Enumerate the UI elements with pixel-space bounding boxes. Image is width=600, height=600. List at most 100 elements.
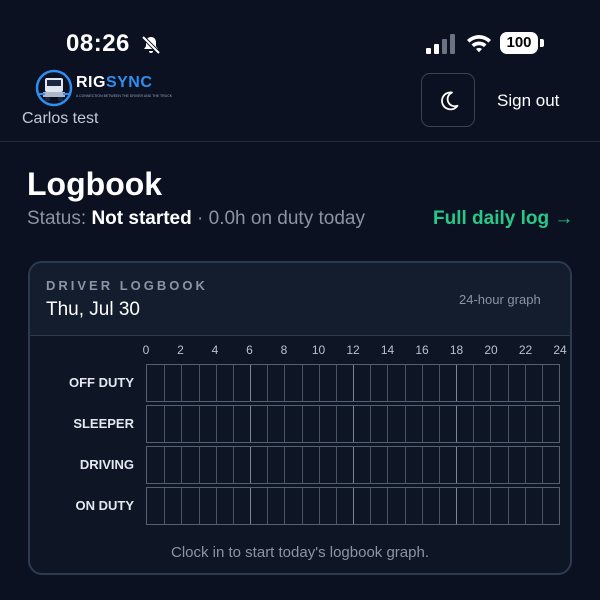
hour-gridline: [335, 488, 337, 524]
duty-row-track: [146, 446, 560, 484]
hour-gridline: [181, 365, 183, 401]
logbook-date: Thu, Jul 30: [46, 299, 140, 320]
hour-gridline: [490, 365, 492, 401]
hour-gridline: [181, 406, 183, 442]
hour-tick: 24: [553, 343, 567, 357]
bell-slash-icon: [141, 35, 161, 55]
hour-tick: 2: [177, 343, 184, 357]
duty-row-track: [146, 405, 560, 443]
hour-gridline: [456, 365, 457, 401]
status-time: 08:26: [66, 30, 130, 57]
hour-gridline: [181, 447, 183, 483]
hour-gridline: [198, 488, 200, 524]
status-line: Status: Not started · 0.0h on duty today: [27, 208, 365, 230]
battery-level: 100: [500, 32, 538, 54]
hour-gridline: [164, 406, 166, 442]
hour-gridline: [198, 365, 200, 401]
hour-tick: 20: [484, 343, 498, 357]
hour-gridline: [404, 447, 406, 483]
status-suffix: · 0.0h on duty today: [197, 208, 365, 229]
hour-gridline: [215, 406, 217, 442]
hour-tick: 8: [280, 343, 288, 357]
hour-gridline: [387, 488, 389, 524]
hour-gridline: [267, 406, 269, 442]
graph-note: 24-hour graph: [459, 292, 541, 307]
hour-gridline: [267, 488, 269, 524]
hour-gridline: [404, 365, 406, 401]
user-name: Carlos test: [22, 110, 99, 127]
duty-row-label: ON DUTY: [75, 498, 135, 513]
hour-gridline: [232, 447, 234, 483]
hour-tick: 10: [311, 343, 326, 357]
hour-gridline: [387, 365, 389, 401]
hour-gridline: [490, 406, 492, 442]
hour-gridline: [473, 447, 475, 483]
hour-gridline: [250, 406, 251, 442]
hour-gridline: [215, 488, 217, 524]
hour-gridline: [318, 406, 320, 442]
hour-gridline: [490, 447, 492, 483]
hour-gridline: [232, 406, 234, 442]
page-title: Logbook: [27, 166, 163, 202]
hour-gridline: [232, 365, 234, 401]
hour-tick: 14: [380, 343, 395, 357]
hour-gridline: [353, 488, 354, 524]
wifi-icon: [467, 35, 491, 53]
hour-gridline: [387, 447, 389, 483]
hour-gridline: [507, 488, 509, 524]
battery-icon: 100: [500, 32, 544, 54]
hour-gridline: [507, 365, 509, 401]
hour-gridline: [215, 447, 217, 483]
hour-gridline: [421, 406, 423, 442]
hour-gridline: [541, 488, 543, 524]
hour-gridline: [438, 406, 440, 442]
duty-row-track: [146, 364, 560, 402]
hour-gridline: [284, 488, 286, 524]
hour-tick: 22: [518, 343, 533, 357]
hour-gridline: [267, 365, 269, 401]
hour-gridline: [456, 488, 457, 524]
hour-tick: 16: [415, 343, 429, 357]
hour-tick: 12: [346, 343, 360, 357]
hour-gridline: [421, 365, 423, 401]
hour-gridline: [473, 488, 475, 524]
hour-tick: 0: [142, 343, 150, 357]
header-divider: [0, 141, 600, 142]
hour-gridline: [335, 447, 337, 483]
hour-gridline: [387, 406, 389, 442]
hour-gridline: [404, 406, 406, 442]
hour-gridline: [456, 447, 457, 483]
hour-gridline: [318, 447, 320, 483]
hour-gridline: [541, 365, 543, 401]
hour-gridline: [473, 406, 475, 442]
hour-gridline: [421, 488, 423, 524]
hour-gridline: [524, 488, 526, 524]
status-prefix: Status:: [27, 208, 87, 229]
full-daily-log-link[interactable]: Full daily log →: [433, 208, 573, 230]
duty-row-track: [146, 487, 560, 525]
hour-gridline: [438, 365, 440, 401]
duty-row-label: DRIVING: [79, 457, 134, 472]
hour-gridline: [164, 488, 166, 524]
hour-gridline: [164, 447, 166, 483]
moon-icon: [441, 91, 459, 111]
logbook-section-label: DRIVER LOGBOOK: [46, 278, 208, 293]
hour-tick: 4: [211, 343, 219, 357]
duty-row-label: SLEEPER: [73, 416, 134, 431]
hour-gridline: [490, 488, 492, 524]
hour-gridline: [284, 365, 286, 401]
sign-out-button[interactable]: Sign out: [497, 91, 559, 111]
hour-gridline: [181, 488, 183, 524]
hour-gridline: [370, 488, 372, 524]
hour-gridline: [215, 365, 217, 401]
theme-toggle-button[interactable]: [421, 73, 475, 127]
hour-gridline: [541, 406, 543, 442]
hour-gridline: [232, 488, 234, 524]
rigsync-logo: RIGSYNC A CONNECTION BETWEEN THE DRIVER …: [34, 68, 172, 108]
hour-gridline: [507, 447, 509, 483]
hour-gridline: [250, 365, 251, 401]
hour-gridline: [404, 488, 406, 524]
hour-gridline: [301, 365, 303, 401]
hour-gridline: [541, 447, 543, 483]
hour-gridline: [198, 406, 200, 442]
